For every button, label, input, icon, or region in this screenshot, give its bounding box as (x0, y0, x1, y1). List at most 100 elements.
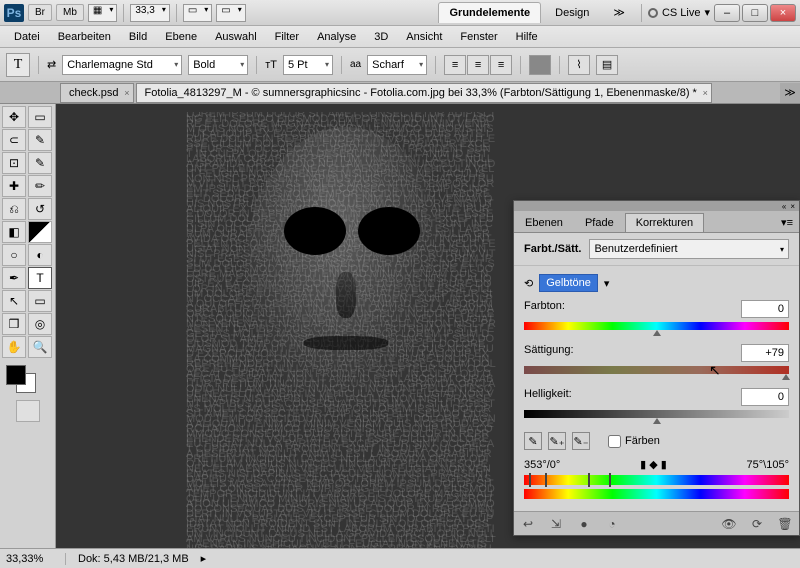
channel-select[interactable]: Gelbtöne (539, 274, 598, 292)
doc-tab-2[interactable]: Fotolia_4813297_M - © sumnersgraphicsinc… (136, 83, 712, 103)
status-doc[interactable]: Dok: 5,43 MB/21,3 MB (78, 553, 189, 565)
shape-tool[interactable]: ▭ (28, 290, 52, 312)
slider-thumb[interactable] (653, 326, 661, 336)
doc-tab-1[interactable]: check.psd× (60, 83, 134, 103)
tab-korrekturen[interactable]: Korrekturen (625, 213, 704, 232)
arrange-select[interactable]: ▭ (183, 4, 212, 22)
close-icon[interactable]: × (124, 88, 129, 98)
eyedropper-add[interactable]: ✎₊ (548, 432, 566, 450)
channel-dropdown-icon[interactable]: ▾ (604, 277, 610, 290)
menu-auswahl[interactable]: Auswahl (207, 29, 265, 45)
healing-tool[interactable]: ✚ (2, 175, 26, 197)
move-tool[interactable]: ✥ (2, 106, 26, 128)
panel-header[interactable]: « × (514, 201, 799, 211)
orient-icon[interactable]: ⇄ (47, 58, 56, 71)
trash-icon[interactable]: 🗑 (777, 516, 793, 532)
zoom-select[interactable]: 33,3 (130, 4, 169, 22)
stamp-tool[interactable]: ⎌ (2, 198, 26, 220)
bridge-button[interactable]: Br (28, 4, 52, 21)
menu-datei[interactable]: Datei (6, 29, 48, 45)
color-swatches[interactable] (2, 363, 53, 395)
farbton-slider[interactable] (524, 322, 789, 330)
crop-tool[interactable]: ⊡ (2, 152, 26, 174)
view-previous-icon[interactable]: 👁 (721, 516, 737, 532)
cs-live[interactable]: CS Live ▾ (648, 6, 710, 19)
view-icon[interactable]: ● (576, 516, 592, 532)
gradient-tool[interactable] (28, 221, 52, 243)
range-handles-icon[interactable]: ▮ ◆ ▮ (640, 458, 667, 471)
view-extras-select[interactable]: ▦ (88, 4, 117, 22)
brush-tool[interactable]: ✏ (28, 175, 52, 197)
eraser-tool[interactable]: ◧ (2, 221, 26, 243)
text-color-swatch[interactable] (529, 55, 551, 75)
eyedropper-set[interactable]: ✎ (524, 432, 542, 450)
quickmask-button[interactable] (16, 400, 40, 422)
menu-ansicht[interactable]: Ansicht (398, 29, 450, 45)
reset-icon[interactable]: ⟳ (749, 516, 765, 532)
collapse-icon[interactable]: « (782, 202, 786, 211)
panel-menu-icon[interactable]: ▾≡ (775, 213, 799, 232)
font-weight-field[interactable]: Bold (188, 55, 248, 75)
colorize-check[interactable]: Färben (608, 435, 660, 448)
font-size-field[interactable]: 5 Pt (283, 55, 333, 75)
workspace-grundelemente[interactable]: Grundelemente (438, 2, 541, 23)
type-tool[interactable]: T (28, 267, 52, 289)
status-menu-icon[interactable]: ▸ (201, 552, 207, 565)
3d-tool[interactable]: ❒ (2, 313, 26, 335)
tab-ebenen[interactable]: Ebenen (514, 213, 574, 232)
antialias-field[interactable]: Scharf (367, 55, 427, 75)
clip-icon[interactable]: ◔ (604, 516, 620, 532)
align-right-button[interactable]: ≡ (490, 55, 512, 75)
slider-thumb[interactable] (782, 370, 790, 380)
dodge-tool[interactable]: ◐ (28, 244, 52, 266)
colorize-checkbox[interactable] (608, 435, 621, 448)
marquee-tool[interactable]: ▭ (28, 106, 52, 128)
close-icon[interactable]: × (703, 88, 708, 98)
fg-color-swatch[interactable] (6, 365, 26, 385)
eyedropper-tool[interactable]: ✎ (28, 152, 52, 174)
zoom-tool[interactable]: 🔍 (28, 336, 52, 358)
menu-fenster[interactable]: Fenster (452, 29, 505, 45)
active-tool-icon[interactable]: T (6, 53, 30, 77)
minibridge-button[interactable]: Mb (56, 4, 84, 21)
character-panel-button[interactable]: ▤ (596, 55, 618, 75)
helligkeit-value[interactable]: 0 (741, 388, 789, 406)
path-select-tool[interactable]: ↖ (2, 290, 26, 312)
panel-close-icon[interactable]: × (790, 202, 795, 211)
slider-thumb[interactable] (653, 414, 661, 424)
menu-bearbeiten[interactable]: Bearbeiten (50, 29, 119, 45)
align-center-button[interactable]: ≡ (467, 55, 489, 75)
expand-icon[interactable]: ⇲ (548, 516, 564, 532)
hue-range-bar-bottom[interactable] (524, 489, 789, 499)
menu-hilfe[interactable]: Hilfe (508, 29, 546, 45)
saettigung-value[interactable]: +79 (741, 344, 789, 362)
font-family-field[interactable]: Charlemagne Std (62, 55, 182, 75)
farbton-value[interactable]: 0 (741, 300, 789, 318)
eyedropper-sub[interactable]: ✎₋ (572, 432, 590, 450)
tab-pfade[interactable]: Pfade (574, 213, 625, 232)
scrubby-icon[interactable]: ⟲ (524, 277, 533, 290)
menu-bild[interactable]: Bild (121, 29, 155, 45)
workspace-more[interactable]: ≫ (603, 2, 635, 23)
hue-range-bar-top[interactable] (524, 475, 789, 485)
warp-text-button[interactable]: ⌇ (568, 55, 590, 75)
3d-camera-tool[interactable]: ◎ (28, 313, 52, 335)
hand-tool[interactable]: ✋ (2, 336, 26, 358)
quickselect-tool[interactable]: ✎ (28, 129, 52, 151)
align-left-button[interactable]: ≡ (444, 55, 466, 75)
screenmode-select[interactable]: ▭ (216, 4, 245, 22)
back-icon[interactable]: ↩ (520, 516, 536, 532)
saettigung-slider[interactable] (524, 366, 789, 374)
close-button[interactable]: × (770, 4, 796, 22)
status-zoom[interactable]: 33,33% (6, 553, 66, 565)
workspace-design[interactable]: Design (545, 3, 599, 23)
menu-3d[interactable]: 3D (366, 29, 396, 45)
menu-ebene[interactable]: Ebene (157, 29, 205, 45)
helligkeit-slider[interactable] (524, 410, 789, 418)
blur-tool[interactable]: ○ (2, 244, 26, 266)
minimize-button[interactable]: – (714, 4, 740, 22)
pen-tool[interactable]: ✒ (2, 267, 26, 289)
maximize-button[interactable]: □ (742, 4, 768, 22)
history-brush-tool[interactable]: ↺ (28, 198, 52, 220)
menu-analyse[interactable]: Analyse (309, 29, 364, 45)
